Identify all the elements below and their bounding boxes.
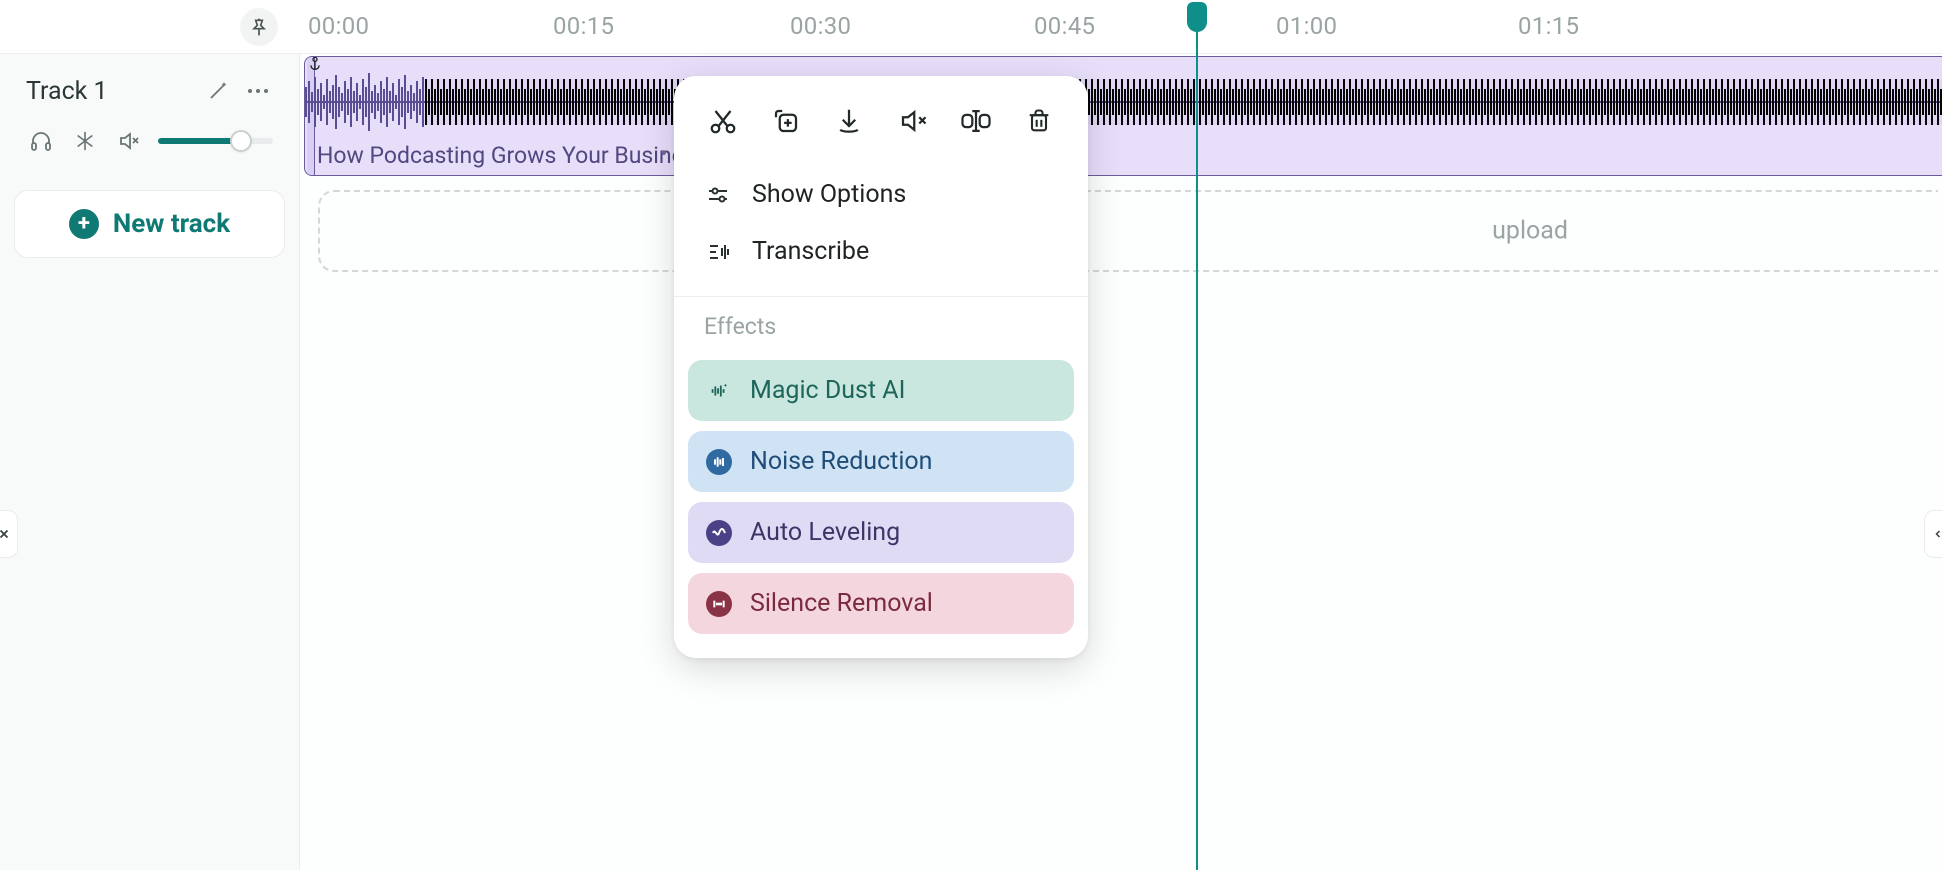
new-track-button[interactable]: + New track bbox=[14, 190, 285, 258]
effect-noise-reduction[interactable]: Noise Reduction bbox=[688, 431, 1074, 492]
waveform bbox=[305, 67, 1942, 137]
menu-label: Show Options bbox=[752, 180, 906, 209]
audio-clip[interactable]: How Podcasting Grows Your Business • • • bbox=[304, 56, 1942, 176]
volume-slider[interactable] bbox=[158, 130, 273, 152]
effect-silence-removal[interactable]: Silence Removal bbox=[688, 573, 1074, 634]
playhead[interactable] bbox=[1196, 6, 1198, 870]
enhance-icon[interactable] bbox=[203, 76, 233, 106]
tracks-sidebar: Track 1 bbox=[0, 54, 300, 870]
ruler-tick: 00:00 bbox=[308, 12, 369, 40]
clip-title: How Podcasting Grows Your Business bbox=[317, 142, 708, 169]
sparkle-wave-icon bbox=[706, 378, 732, 404]
new-track-label: New track bbox=[113, 209, 230, 239]
delete-icon[interactable] bbox=[1018, 100, 1060, 142]
more-icon[interactable] bbox=[243, 76, 273, 106]
track-header: Track 1 bbox=[0, 54, 299, 118]
headphones-icon[interactable] bbox=[26, 126, 56, 156]
volume-handle[interactable] bbox=[230, 130, 252, 152]
ruler-tick: 00:15 bbox=[553, 12, 614, 40]
rename-icon[interactable] bbox=[955, 100, 997, 142]
noise-icon bbox=[706, 449, 732, 475]
sliders-icon bbox=[704, 181, 732, 209]
effect-auto-leveling[interactable]: Auto Leveling bbox=[688, 502, 1074, 563]
track-controls bbox=[0, 118, 299, 174]
divider bbox=[674, 296, 1088, 297]
ruler-tick: 00:45 bbox=[1034, 12, 1095, 40]
mute-clip-icon[interactable] bbox=[892, 100, 934, 142]
clip-context-menu: Show Options Transcribe Effects Magic Du… bbox=[674, 76, 1088, 658]
marker-button[interactable] bbox=[240, 8, 278, 46]
menu-show-options[interactable]: Show Options bbox=[674, 166, 1088, 223]
effects-heading: Effects bbox=[674, 311, 1088, 350]
expand-right-panel[interactable] bbox=[1924, 510, 1942, 558]
effect-label: Silence Removal bbox=[750, 589, 933, 618]
clip-toolbar bbox=[674, 76, 1088, 158]
wave-icon bbox=[706, 520, 732, 546]
upload-label: upload bbox=[1492, 217, 1568, 246]
cut-icon[interactable] bbox=[702, 100, 744, 142]
menu-transcribe[interactable]: Transcribe bbox=[674, 223, 1088, 280]
expand-left-panel[interactable] bbox=[0, 510, 18, 558]
ruler-tick: 00:30 bbox=[790, 12, 851, 40]
add-to-icon[interactable] bbox=[765, 100, 807, 142]
silence-icon bbox=[706, 591, 732, 617]
timeline-ruler[interactable]: 00:00 00:15 00:30 00:45 01:00 01:15 bbox=[0, 0, 1942, 54]
ruler-tick: 01:15 bbox=[1518, 12, 1579, 40]
download-icon[interactable] bbox=[828, 100, 870, 142]
track-name[interactable]: Track 1 bbox=[26, 77, 193, 106]
timeline-area[interactable]: How Podcasting Grows Your Business • • •… bbox=[300, 54, 1942, 870]
ruler-tick: 01:00 bbox=[1276, 12, 1337, 40]
transcribe-icon bbox=[704, 238, 732, 266]
effect-label: Auto Leveling bbox=[750, 518, 900, 547]
playhead-handle[interactable] bbox=[1187, 2, 1207, 32]
plus-icon: + bbox=[69, 209, 99, 239]
effect-label: Magic Dust AI bbox=[750, 376, 905, 405]
menu-label: Transcribe bbox=[752, 237, 869, 266]
upload-dropzone[interactable]: upload bbox=[318, 190, 1938, 272]
snowflake-icon[interactable] bbox=[70, 126, 100, 156]
mute-icon[interactable] bbox=[114, 126, 144, 156]
effect-label: Noise Reduction bbox=[750, 447, 932, 476]
effect-magic-dust-ai[interactable]: Magic Dust AI bbox=[688, 360, 1074, 421]
